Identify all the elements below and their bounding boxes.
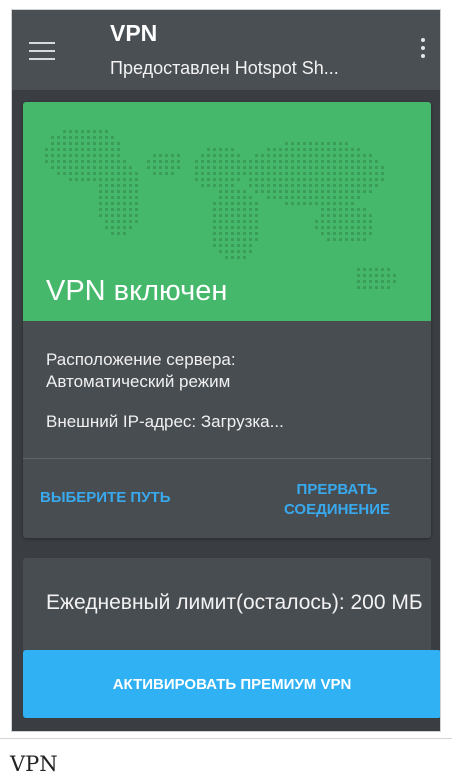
server-location-value: Автоматический режим xyxy=(46,372,231,391)
external-ip: Внешний IP-адрес: Загрузка... xyxy=(46,412,284,431)
daily-limit-text: Ежедневный лимит(осталось): 200 МБ xyxy=(46,591,423,614)
vpn-status-text: VPN включен xyxy=(46,275,228,307)
server-location: Расположение сервера: Автоматический реж… xyxy=(46,349,236,393)
caption: VPN xyxy=(10,752,58,776)
disconnect-label-line1: ПРЕРВАТЬ xyxy=(296,481,378,498)
app-bar: VPN Предоставлен Hotspot Sh... xyxy=(12,10,440,90)
caption-divider xyxy=(0,738,452,739)
server-location-label: Расположение сервера: xyxy=(46,350,236,369)
disconnect-label-line2: СОЕДИНЕНИЕ xyxy=(283,501,391,518)
divider xyxy=(23,458,431,459)
vpn-status-card: VPN включен Расположение сервера: Автома… xyxy=(23,102,431,538)
app-screen: VPN Предоставлен Hotspot Sh... VPN включ… xyxy=(11,9,441,732)
app-title: VPN xyxy=(110,20,158,46)
menu-icon[interactable] xyxy=(29,42,55,60)
choose-path-button[interactable]: ВЫБЕРИТЕ ПУТЬ xyxy=(40,489,170,506)
more-options-icon[interactable] xyxy=(420,38,426,62)
disconnect-button[interactable]: ПРЕРВАТЬ СОЕДИНЕНИЕ xyxy=(247,480,427,520)
activate-premium-button[interactable]: АКТИВИРОВАТЬ ПРЕМИУМ VPN xyxy=(23,650,440,718)
status-hero: VPN включен xyxy=(23,102,431,321)
app-subtitle: Предоставлен Hotspot Sh... xyxy=(110,58,339,78)
